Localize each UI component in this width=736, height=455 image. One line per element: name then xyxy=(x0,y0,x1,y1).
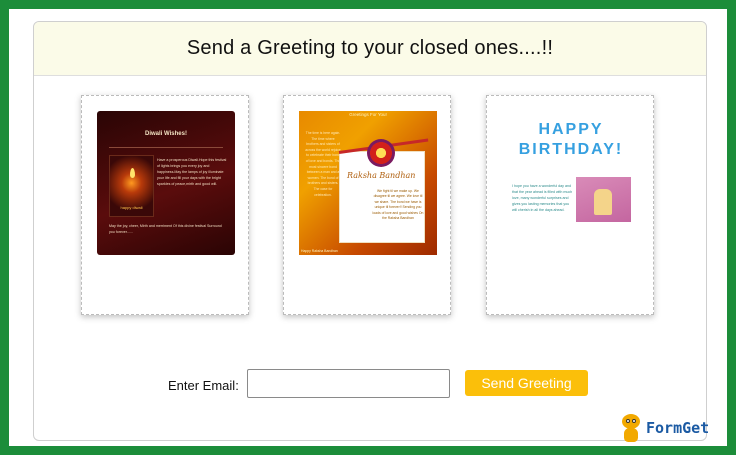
email-label: Enter Email: xyxy=(168,378,239,393)
send-greeting-button[interactable]: Send Greeting xyxy=(465,370,588,396)
page-title: Send a Greeting to your closed ones....!… xyxy=(186,37,554,59)
diwali-card-image: Diwali Wishes! happy diwali Have a prosp… xyxy=(97,111,235,255)
greeting-card-birthday[interactable]: HAPPY BIRTHDAY! I hope you have a wonder… xyxy=(486,95,654,315)
lion-mascot-icon xyxy=(620,414,642,442)
panel-header: Send a Greeting to your closed ones....!… xyxy=(34,22,706,76)
raksha-card-image: Greetings For You! The time is here agai… xyxy=(299,111,437,255)
birthday-cake-image xyxy=(576,177,631,222)
flame-icon xyxy=(130,168,135,178)
raksha-header: Greetings For You! xyxy=(349,112,387,117)
diwali-image-caption: happy diwali xyxy=(120,205,143,210)
raksha-footer: Happy Raksha Bandhan xyxy=(301,249,338,253)
birthday-message: I hope you have a wonderful day and that… xyxy=(512,184,573,212)
birthday-title-line1: HAPPY xyxy=(538,121,604,138)
diwali-message: Have a prosperous Diwali.Hope this festi… xyxy=(157,158,227,186)
raksha-left-text: The time is here again. The time where b… xyxy=(305,131,341,197)
greeting-card-diwali[interactable]: Diwali Wishes! happy diwali Have a prosp… xyxy=(81,95,249,315)
diwali-title: Diwali Wishes! xyxy=(145,131,187,137)
diya-lamp-image: happy diwali xyxy=(109,155,154,217)
greeting-card-raksha-bandhan[interactable]: Greetings For You! The time is here agai… xyxy=(283,95,451,315)
diwali-footer: May the joy, cheer, Mirth and merriment … xyxy=(109,224,222,234)
birthday-card-image: HAPPY BIRTHDAY! I hope you have a wonder… xyxy=(502,111,640,255)
greeting-panel: Send a Greeting to your closed ones....!… xyxy=(33,21,707,441)
divider xyxy=(109,147,223,148)
rakhi-icon xyxy=(367,139,395,167)
logo-text: FormGet xyxy=(646,419,710,437)
page-frame: Send a Greeting to your closed ones....!… xyxy=(9,9,727,446)
raksha-message: We fight til we make up. We disagree til… xyxy=(372,189,424,221)
formget-logo: FormGet xyxy=(620,413,709,443)
email-form: Enter Email: Send Greeting xyxy=(34,369,706,399)
email-field[interactable] xyxy=(247,369,450,398)
birthday-title-line2: BIRTHDAY! xyxy=(518,141,624,158)
raksha-title: Raksha Bandhan xyxy=(347,171,416,180)
cake-icon xyxy=(594,189,612,215)
